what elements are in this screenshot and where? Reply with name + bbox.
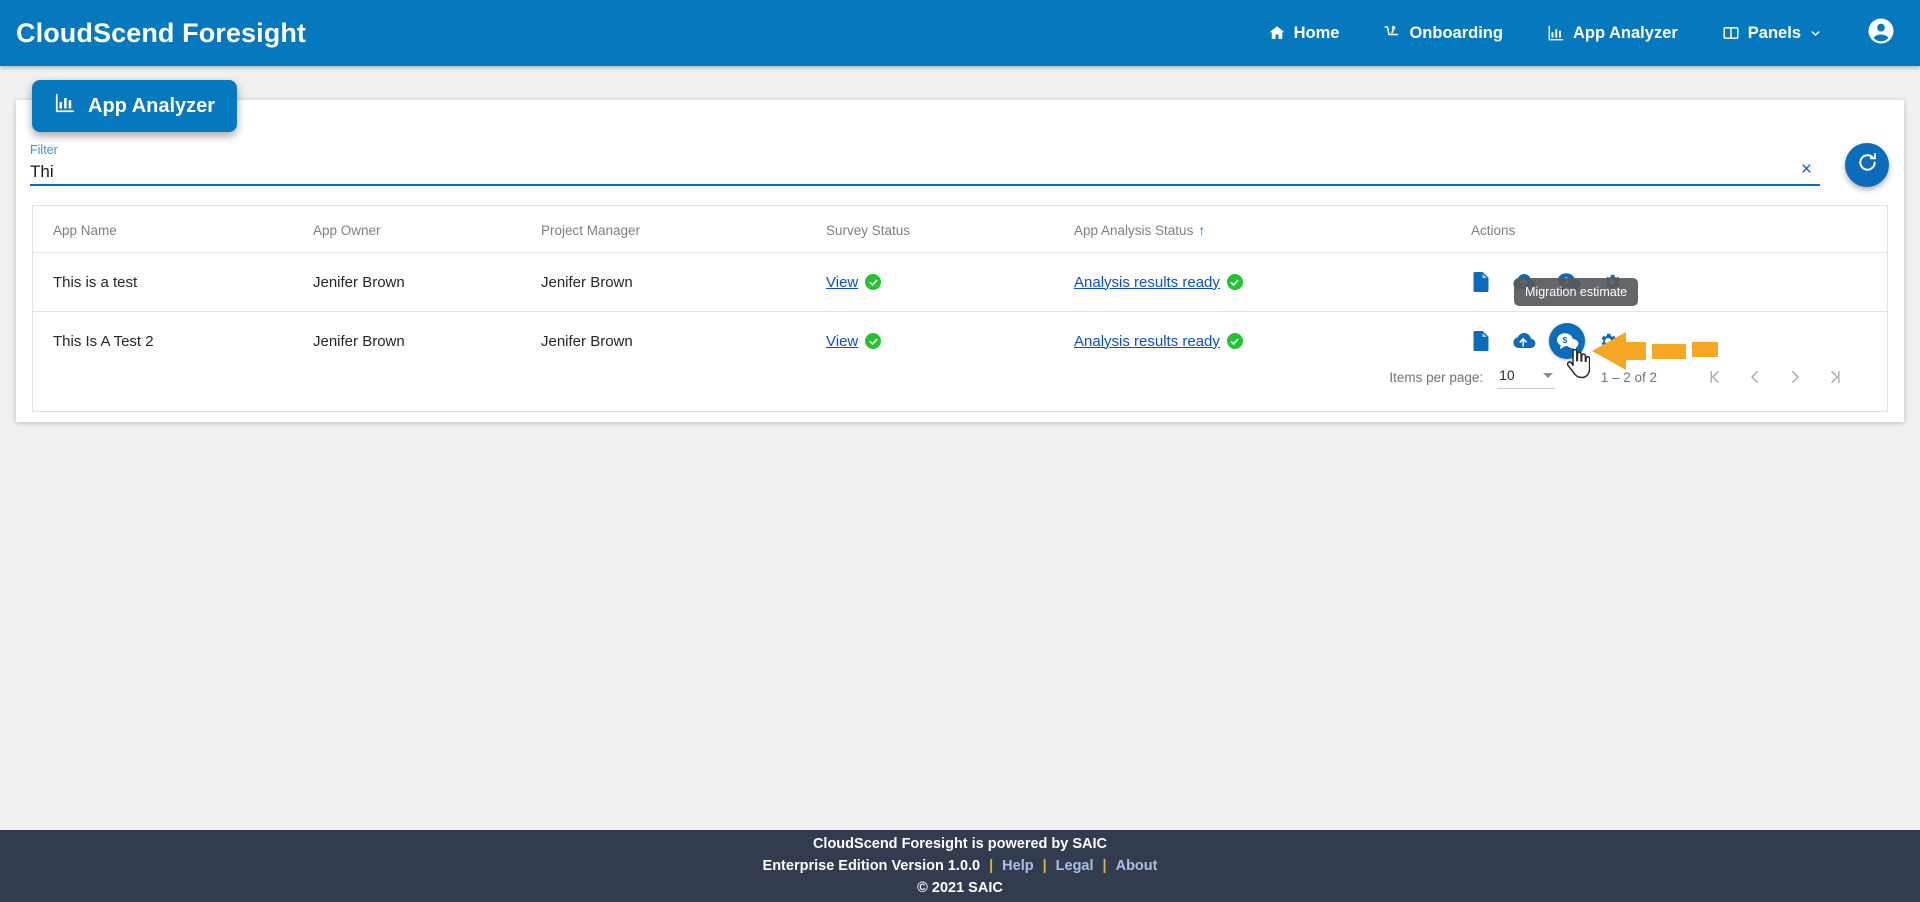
bar-chart-icon — [1547, 24, 1565, 42]
clear-filter-icon[interactable]: × — [1801, 158, 1812, 182]
filter-label: Filter — [30, 143, 58, 157]
footer-separator: | — [1042, 858, 1047, 874]
items-per-page-value: 10 — [1499, 367, 1515, 383]
items-per-page-label: Items per page: — [1389, 369, 1484, 385]
analysis-results-link[interactable]: Analysis results ready — [1074, 333, 1220, 350]
cell-app-name: This is a test — [33, 252, 313, 312]
cell-survey-status: View — [826, 312, 1074, 371]
nav-item-app-analyzer[interactable]: App Analyzer — [1525, 24, 1700, 43]
cell-project-manager: Jenifer Brown — [541, 252, 826, 312]
filter-input[interactable] — [30, 160, 1730, 184]
nav-item-app-analyzer-label: App Analyzer — [1572, 23, 1678, 42]
column-header-app-owner[interactable]: App Owner — [313, 206, 541, 253]
cell-app-owner: Jenifer Brown — [313, 332, 405, 350]
footer-link-help[interactable]: Help — [1002, 858, 1033, 874]
footer-link-about[interactable]: About — [1116, 858, 1158, 874]
footer-link-legal[interactable]: Legal — [1056, 858, 1094, 874]
onboarding-icon — [1383, 24, 1401, 42]
top-navigation-bar: CloudScend Foresight Home Onboarding App… — [0, 0, 1920, 66]
previous-page-button[interactable] — [1735, 357, 1775, 397]
account-avatar-button[interactable] — [1844, 16, 1900, 51]
footer-separator: | — [989, 858, 994, 874]
cloud-upload-icon[interactable] — [1512, 331, 1536, 351]
chevron-down-icon — [1809, 27, 1822, 40]
refresh-icon — [1856, 151, 1879, 179]
migration-estimate-tooltip: Migration estimate — [1514, 278, 1639, 306]
cell-app-name: This Is A Test 2 — [53, 332, 154, 350]
column-header-survey-status[interactable]: Survey Status — [826, 206, 1074, 253]
status-check-icon — [865, 274, 882, 290]
cell-app-analysis-status: Analysis results ready — [1074, 252, 1457, 312]
column-header-app-analysis-status-label: App Analysis Status — [1074, 223, 1194, 238]
nav-item-home[interactable]: Home — [1246, 24, 1362, 43]
sort-ascending-icon: ↑ — [1198, 222, 1206, 238]
bar-chart-icon — [54, 92, 76, 120]
section-chip-label: App Analyzer — [88, 94, 216, 117]
chevron-down-icon — [1542, 372, 1553, 378]
filter-area: Filter × — [30, 143, 1820, 186]
survey-view-link[interactable]: View — [826, 274, 858, 291]
items-per-page-select[interactable]: 10 — [1497, 365, 1555, 389]
nav-item-onboarding[interactable]: Onboarding — [1361, 24, 1525, 43]
nav-links-group: Home Onboarding App Analyzer Panels — [1246, 16, 1900, 51]
footer-version-links: Enterprise Edition Version 1.0.0 | Help … — [763, 858, 1158, 874]
status-check-icon — [865, 333, 882, 349]
mouse-cursor-pointer — [1566, 348, 1591, 384]
upload-survey-icon[interactable] — [1471, 271, 1491, 293]
home-icon — [1268, 24, 1286, 42]
nav-item-panels-label: Panels — [1747, 23, 1801, 42]
cell-survey-status: View — [826, 252, 1074, 312]
app-brand-title: CloudScend Foresight — [16, 17, 307, 48]
column-header-project-manager[interactable]: Project Manager — [541, 206, 826, 253]
nav-item-home-label: Home — [1293, 23, 1340, 42]
column-header-actions: Actions — [1457, 206, 1887, 253]
nav-item-panels[interactable]: Panels — [1700, 24, 1844, 43]
survey-view-link[interactable]: View — [826, 333, 858, 350]
refresh-button[interactable] — [1845, 143, 1889, 187]
table-header-row: App Name App Owner Project Manager Surve… — [33, 206, 1887, 253]
account-circle-icon — [1866, 16, 1896, 51]
column-header-app-analysis-status[interactable]: App Analysis Status ↑ — [1074, 206, 1457, 253]
last-page-button[interactable] — [1815, 357, 1855, 397]
apps-table-container: App Name App Owner Project Manager Surve… — [32, 205, 1888, 412]
section-chip-app-analyzer[interactable]: App Analyzer — [32, 80, 238, 132]
highlight-arrow-annotation — [1590, 330, 1718, 377]
panels-icon — [1722, 24, 1740, 42]
footer-version: Enterprise Edition Version 1.0.0 — [762, 858, 981, 874]
status-check-icon — [1226, 333, 1243, 349]
upload-survey-icon[interactable] — [1471, 330, 1491, 352]
svg-text:$: $ — [1562, 335, 1567, 344]
cell-project-manager: Jenifer Brown — [541, 332, 633, 350]
footer-powered-by: CloudScend Foresight is powered by SAIC — [812, 836, 1108, 852]
analysis-results-link[interactable]: Analysis results ready — [1074, 274, 1220, 291]
footer-copyright: © 2021 SAIC — [917, 880, 1003, 896]
filter-field: × — [30, 158, 1820, 186]
cell-app-owner: Jenifer Brown — [313, 252, 541, 312]
column-header-app-name[interactable]: App Name — [33, 206, 313, 253]
nav-item-onboarding-label: Onboarding — [1409, 23, 1503, 42]
page-footer: CloudScend Foresight is powered by SAIC … — [0, 830, 1920, 902]
next-page-button[interactable] — [1775, 357, 1815, 397]
status-check-icon — [1226, 274, 1243, 290]
footer-separator: | — [1102, 858, 1107, 874]
